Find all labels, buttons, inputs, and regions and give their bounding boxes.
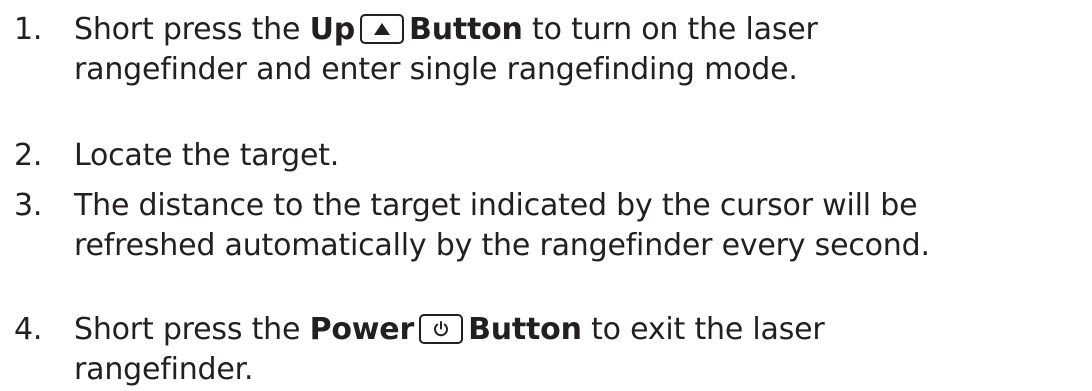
step-line: Short press the Power Button to exit the … bbox=[74, 310, 1086, 350]
step-text-prefix: Short press the bbox=[74, 12, 310, 47]
button-name-up: Up bbox=[309, 12, 356, 47]
step-text-suffix: to turn on the laser bbox=[522, 12, 818, 47]
step-line: Locate the target. bbox=[74, 138, 340, 173]
power-icon bbox=[419, 314, 464, 344]
step-line: rangefinder. bbox=[74, 352, 254, 387]
step-text: The distance to the target indicated by … bbox=[74, 186, 1086, 266]
step-text: Short press the Power Button to exit the … bbox=[74, 310, 1086, 390]
step-text-prefix: Short press the bbox=[74, 312, 310, 347]
step-text-suffix: to exit the laser bbox=[581, 312, 825, 347]
step-line: rangefinder and enter single rangefindin… bbox=[74, 52, 798, 87]
up-arrow-triangle-icon bbox=[360, 14, 405, 44]
step-text: Locate the target. bbox=[74, 136, 1086, 176]
step-line: Short press the Up Button to turn on the … bbox=[74, 10, 1086, 50]
instruction-steps: 1. Short press the Up Button to turn on t… bbox=[0, 0, 1092, 391]
step-number: 2. bbox=[14, 138, 43, 173]
step-text: Short press the Up Button to turn on the … bbox=[74, 10, 1086, 90]
button-word: Button bbox=[468, 312, 582, 347]
step-number: 3. bbox=[14, 188, 43, 223]
button-name-power: Power bbox=[309, 312, 415, 347]
step-number: 1. bbox=[14, 12, 43, 47]
button-word: Button bbox=[409, 12, 523, 47]
step-line: The distance to the target indicated by … bbox=[74, 188, 918, 223]
step-line: refreshed automatically by the rangefind… bbox=[74, 228, 930, 263]
step-number: 4. bbox=[14, 312, 43, 347]
